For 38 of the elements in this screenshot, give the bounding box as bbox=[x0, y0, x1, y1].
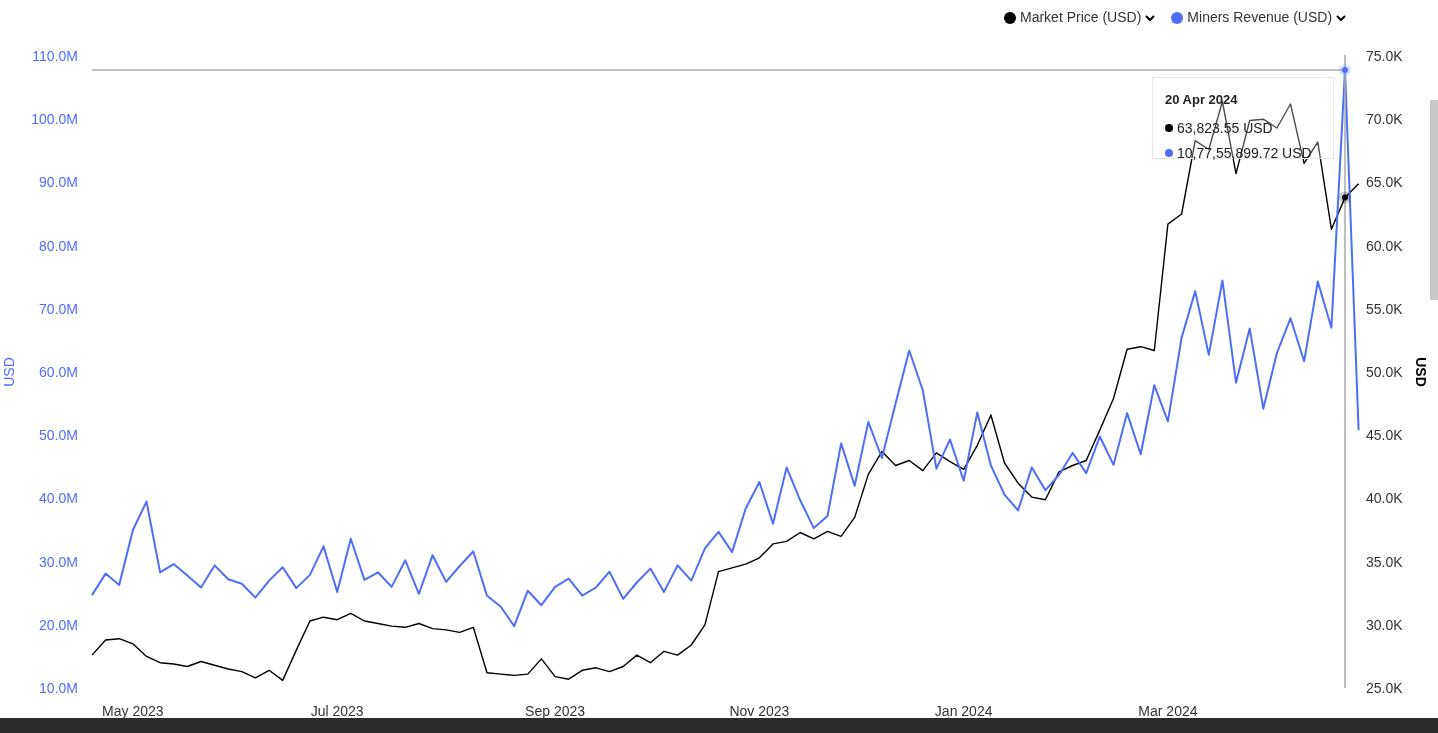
axis-tick-label: May 2023 bbox=[102, 703, 164, 718]
axis-tick-label: 40.0M bbox=[39, 490, 78, 507]
axis-tick-label: 60.0M bbox=[39, 364, 78, 380]
axis-tick-label: 50.0K bbox=[1366, 364, 1403, 380]
axis-tick-label: 75.0K bbox=[1366, 48, 1403, 64]
axis-tick-label: 100.0M bbox=[31, 111, 78, 128]
axis-tick-label: 30.0M bbox=[39, 553, 78, 570]
axis-title: USD bbox=[1413, 357, 1429, 387]
axis-tick-label: 65.0K bbox=[1366, 174, 1403, 191]
legend-item[interactable]: Market Price (USD) bbox=[1020, 7, 1142, 28]
axis-tick-label: 110.0M bbox=[32, 48, 78, 64]
highlight-point bbox=[1339, 191, 1351, 204]
axis-tick-label: Nov 2023 bbox=[729, 703, 790, 718]
axis-tick-label: 80.0M bbox=[39, 237, 78, 254]
axis-tick-label: 35.0K bbox=[1366, 553, 1403, 570]
chevron-down-icon[interactable] bbox=[1145, 13, 1156, 22]
axis-title: USD bbox=[1, 357, 17, 387]
chevron-down-icon[interactable] bbox=[1336, 13, 1347, 22]
axis-tick-label: Mar 2024 bbox=[1138, 703, 1198, 718]
axis-tick-label: 70.0M bbox=[39, 300, 78, 317]
axis-tick-label: 50.0M bbox=[39, 427, 78, 444]
highlight-point bbox=[1339, 63, 1351, 76]
axis-tick-label: Sep 2023 bbox=[525, 703, 586, 718]
tooltip-date: 20 Apr 2024 bbox=[1165, 91, 1239, 109]
axis-tick-label: Jan 2024 bbox=[934, 703, 993, 718]
axis-tick-label: 30.0K bbox=[1366, 616, 1403, 633]
axis-tick-label: 20.0M bbox=[39, 616, 78, 633]
scrollbar-thumb[interactable] bbox=[1430, 100, 1438, 300]
axis-tick-label: 45.0K bbox=[1366, 427, 1403, 444]
legend-item[interactable]: Miners Revenue (USD) bbox=[1187, 7, 1333, 28]
axis-tick-label: 70.0K bbox=[1366, 111, 1403, 128]
axis-tick-label: 40.0K bbox=[1366, 490, 1403, 507]
axis-tick-label: 10.0M bbox=[39, 680, 78, 696]
axis-tick-label: 55.0K bbox=[1366, 300, 1403, 317]
axis-tick-label: 25.0K bbox=[1366, 680, 1403, 696]
axis-tick-label: 90.0M bbox=[39, 174, 78, 191]
axis-tick-label: 60.0K bbox=[1366, 237, 1403, 254]
axis-tick-label: Jul 2023 bbox=[310, 703, 364, 718]
